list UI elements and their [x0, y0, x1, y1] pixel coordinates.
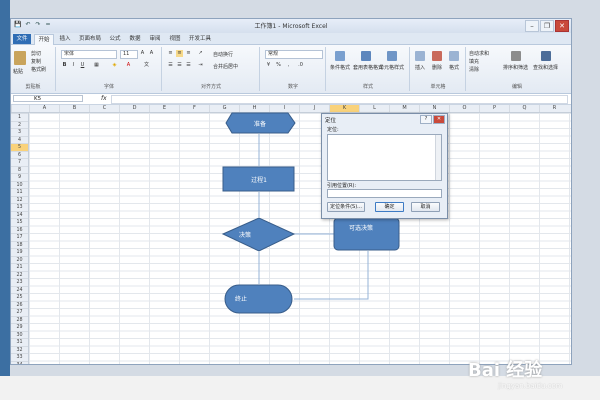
reference-label: 引用位置(R): [327, 183, 357, 189]
special-button[interactable]: 定位条件(S)... [327, 202, 365, 212]
decision-shape[interactable] [221, 217, 296, 252]
reference-input[interactable] [327, 189, 442, 198]
start-label: 准备 [254, 120, 266, 128]
cancel-button[interactable]: 取消 [411, 202, 440, 212]
flowchart: 准备过程1 决策 可选决策终止 [221, 112, 400, 314]
process-label: 过程1 [251, 176, 267, 184]
dialog-title: 定位 [325, 118, 337, 124]
dialog-close-icon[interactable]: ✕ [433, 115, 445, 124]
window-frame-left [0, 0, 10, 400]
watermark-url: jingyan.baidu.com [498, 382, 563, 390]
excel-window: 💾 ↶ ↷ = 工作簿1 - Microsoft Excel – ❐ ✕ 文件 … [10, 18, 572, 365]
baidu-logo: Bai 经验 [468, 360, 543, 381]
watermark: Bai 经验 jingyan.baidu.com [456, 352, 596, 398]
dialog-controls: ? ✕ [420, 115, 445, 124]
alt-process-label: 可选决策 [349, 224, 373, 232]
list-scrollbar[interactable] [435, 135, 441, 180]
alt-process-shape[interactable] [333, 217, 400, 251]
goto-list[interactable] [327, 134, 442, 181]
goto-dialog: 定位 ? ✕ 定位: 引用位置(R): 定位条件(S)... 确定 取消 [321, 113, 448, 219]
terminator-label: 终止 [235, 295, 247, 303]
help-icon[interactable]: ? [420, 115, 432, 124]
connector-alt-end [294, 251, 369, 300]
goto-label: 定位: [327, 127, 339, 133]
decision-label: 决策 [239, 231, 251, 239]
ok-button[interactable]: 确定 [375, 202, 404, 212]
